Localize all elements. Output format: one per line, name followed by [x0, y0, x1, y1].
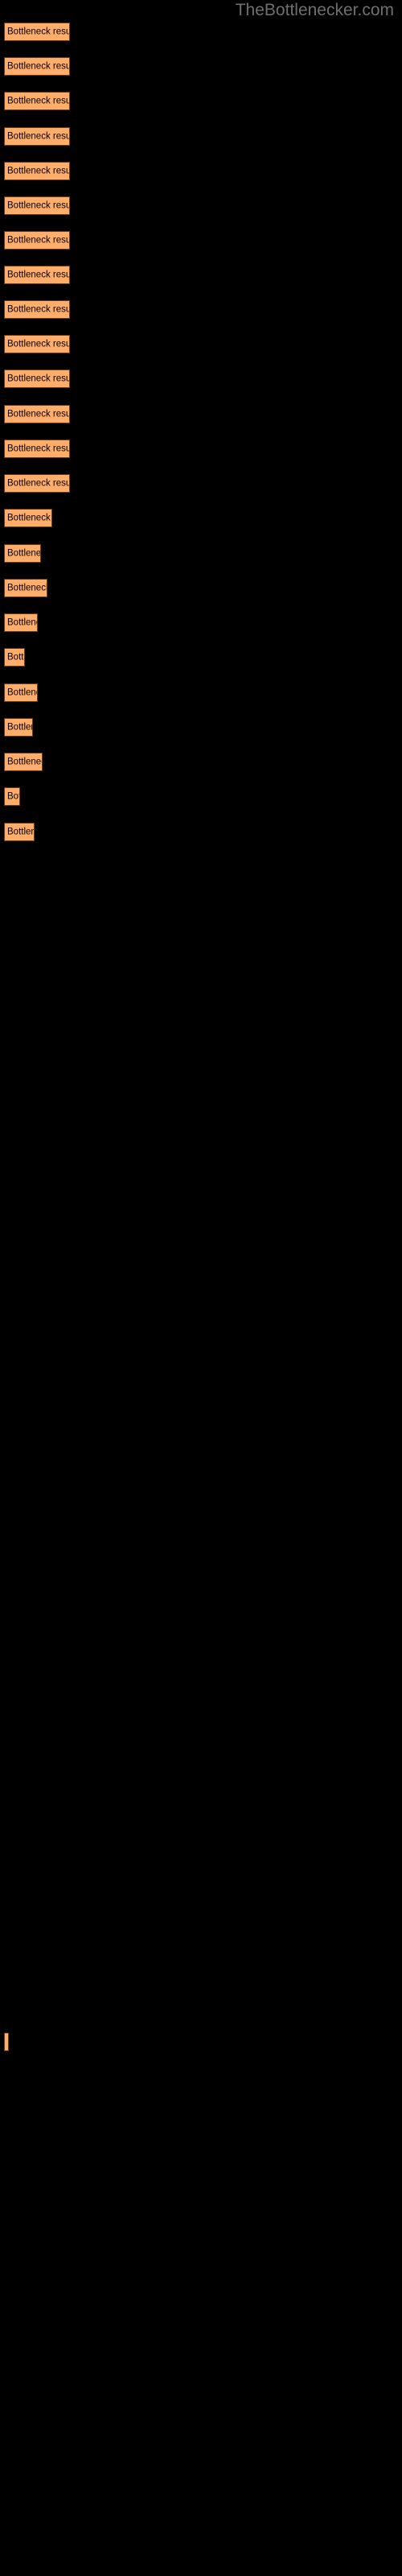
bar-bottleneck-result[interactable]: Bottleneck result — [4, 440, 70, 458]
bar-bottleneck-result[interactable]: Bottleneck result — [4, 266, 70, 284]
bar-bottleneck-result[interactable]: Bottleneck result — [4, 787, 20, 806]
bar-bottleneck-result[interactable]: Bottleneck result — [4, 23, 70, 41]
bottleneck-chart-root: TheBottlenecker.com Bottleneck result Bot… — [0, 0, 402, 2576]
bar-bottleneck-result[interactable]: Bottleneck result — [4, 57, 70, 76]
bar-label: Bottleneck result — [7, 757, 42, 766]
bar-label: Bottleneck result — [7, 478, 70, 488]
bar-label: Bottleneck result — [7, 548, 41, 558]
bar-label: Bottleneck result — [7, 687, 37, 697]
bar-label: Bottleneck result — [7, 617, 37, 627]
bar-bottleneck-result[interactable]: Bottleneck result — [4, 369, 70, 388]
bar-label: Bottleneck result — [7, 200, 70, 210]
bar-bottleneck-result[interactable]: Bottleneck result — [4, 753, 43, 771]
bar-bottleneck-result[interactable]: Bottleneck result — [4, 405, 70, 423]
bar-bottleneck-result[interactable]: Bottleneck result — [4, 335, 70, 353]
bar-bottleneck-result[interactable]: Bottleneck result — [4, 613, 38, 632]
bar-bottleneck-result[interactable]: Bottleneck result — [4, 474, 70, 493]
bar-bottleneck-result[interactable]: Bottleneck result — [4, 196, 70, 215]
bar-bottleneck-result[interactable]: Bottleneck result — [4, 231, 70, 250]
bar-bottleneck-result[interactable]: Bottleneck result — [4, 648, 25, 667]
bar-bottleneck-result[interactable]: Bottleneck result — [4, 683, 38, 702]
bar-label: Bottleneck result — [7, 304, 70, 314]
bar-label: Bottleneck result — [7, 374, 70, 383]
bar-label: Bottleneck result — [7, 27, 70, 36]
bar-label: Bottleneck result — [7, 791, 19, 801]
bar-bottleneck-result[interactable]: Bottleneck result — [4, 509, 52, 527]
bar-label: Bottleneck result — [7, 235, 70, 245]
bar-residual[interactable] — [4, 2033, 9, 2051]
bar-bottleneck-result[interactable]: Bottleneck result — [4, 300, 70, 319]
bar-label: Bottleneck result — [7, 409, 70, 419]
bar-label: Bottleneck result — [7, 270, 70, 279]
bar-label: Bottleneck result — [7, 583, 47, 592]
bar-label: Bottleneck result — [7, 61, 70, 71]
bar-label: Bottleneck result — [7, 652, 25, 662]
bar-bottleneck-result[interactable]: Bottleneck result — [4, 579, 47, 597]
bar-label: Bottleneck result — [7, 96, 70, 105]
bar-label: Bottleneck result — [7, 513, 51, 522]
bar-label: Bottleneck result — [7, 339, 70, 349]
bar-bottleneck-result[interactable]: Bottleneck result — [4, 823, 35, 841]
bar-bottleneck-result[interactable]: Bottleneck result — [4, 718, 33, 737]
bar-bottleneck-result[interactable]: Bottleneck result — [4, 544, 41, 563]
bar-bottleneck-result[interactable]: Bottleneck result — [4, 162, 70, 180]
chart-plot-area: Bottleneck result Bottleneck result Bottle… — [0, 0, 402, 2576]
bar-label: Bottleneck result — [7, 131, 70, 141]
bar-label: Bottleneck result — [7, 722, 32, 732]
bar-label: Bottleneck result — [7, 166, 70, 175]
bar-bottleneck-result[interactable]: Bottleneck result — [4, 92, 70, 110]
bar-label: Bottleneck result — [7, 827, 34, 836]
bar-bottleneck-result[interactable]: Bottleneck result — [4, 127, 70, 146]
bar-label: Bottleneck result — [7, 444, 70, 453]
